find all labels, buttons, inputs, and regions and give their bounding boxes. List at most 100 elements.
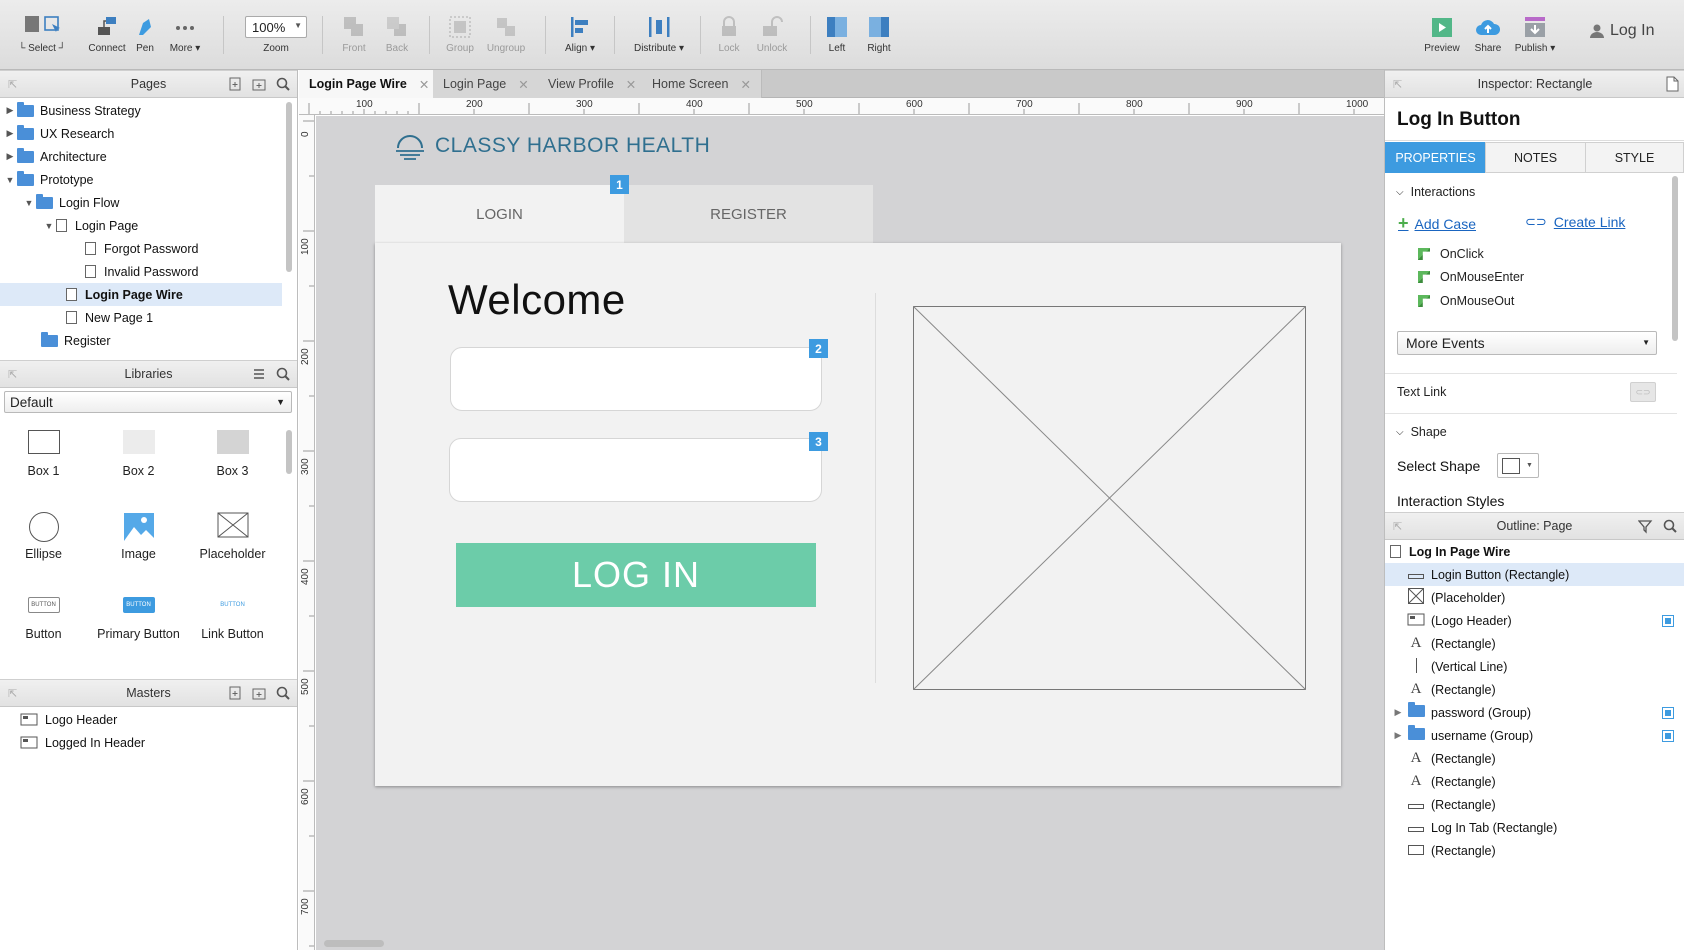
wire-register-tab[interactable]: REGISTER (624, 185, 873, 243)
annotation-badge[interactable]: 2 (809, 339, 828, 358)
text-link-button[interactable]: ⊂⊃ (1630, 382, 1656, 402)
outline-root[interactable]: Log In Page Wire (1385, 540, 1684, 563)
outline-item[interactable]: A (Rectangle) (1385, 632, 1684, 655)
add-case-link[interactable]: + Add Case (1398, 213, 1476, 234)
page-tree-item[interactable]: New Page 1 (0, 306, 282, 329)
event-onmouseenter[interactable]: OnMouseEnter (1418, 270, 1524, 284)
library-widget-box3[interactable]: Box 3 (185, 430, 280, 478)
pin-icon[interactable]: ⇱ (8, 78, 17, 91)
close-icon[interactable]: ✕ (626, 77, 636, 92)
account-login-button[interactable]: Log In (1590, 22, 1654, 40)
tab-style[interactable]: STYLE (1585, 142, 1684, 173)
annotation-marker-icon[interactable] (1662, 706, 1674, 719)
page-tree-item[interactable]: ▶ Architecture (0, 145, 282, 168)
expand-arrow-icon[interactable]: ▶ (1391, 730, 1405, 741)
outline-item[interactable]: ▶ username (Group) (1385, 724, 1684, 747)
outline-item[interactable]: Login Button (Rectangle) (1385, 563, 1684, 586)
unlock-button[interactable]: Unlock (744, 14, 800, 54)
outline-item[interactable]: (Logo Header) (1385, 609, 1684, 632)
publish-button[interactable]: Publish ▾ (1507, 14, 1563, 54)
zoom-select[interactable]: 100% ▼ (245, 16, 307, 38)
add-folder-icon[interactable] (251, 76, 267, 92)
collapse-arrow-icon[interactable]: ▼ (22, 198, 36, 208)
ungroup-button[interactable]: Ungroup (478, 14, 534, 54)
library-widget-box1[interactable]: Box 1 (0, 430, 91, 478)
annotation-badge[interactable]: 3 (809, 432, 828, 451)
annotation-badge[interactable]: 1 (610, 175, 629, 194)
collapse-arrow-icon[interactable]: ▼ (3, 175, 17, 185)
event-onmouseout[interactable]: OnMouseOut (1418, 294, 1514, 308)
search-icon[interactable] (275, 76, 291, 92)
master-item[interactable]: Logo Header (0, 708, 297, 731)
outline-item[interactable]: (Rectangle) (1385, 793, 1684, 816)
expand-arrow-icon[interactable]: ▶ (3, 128, 17, 139)
pin-icon[interactable]: ⇱ (1393, 520, 1402, 533)
pin-icon[interactable]: ⇱ (8, 687, 17, 700)
align-button[interactable]: Align ▾ (552, 14, 608, 54)
expand-arrow-icon[interactable]: ▶ (1391, 707, 1405, 718)
outline-item[interactable]: A (Rectangle) (1385, 770, 1684, 793)
search-icon[interactable] (275, 685, 291, 701)
page-tree-item[interactable]: ▼ Prototype (0, 168, 282, 191)
search-icon[interactable] (275, 366, 291, 382)
libraries-scrollbar[interactable] (286, 430, 292, 474)
tab-view-profile[interactable]: View Profile ✕ (538, 70, 648, 98)
wire-login-card[interactable]: Welcome LOG IN (375, 243, 1341, 786)
event-onclick[interactable]: OnClick (1418, 247, 1484, 261)
wire-login-button[interactable]: LOG IN (456, 543, 816, 607)
design-canvas[interactable]: CLASSY HARBOR HEALTH LOGIN REGISTER 1 We… (316, 116, 1384, 950)
more-tools-button[interactable]: More ▾ (157, 14, 213, 54)
select-tool-button[interactable]: └ Select ┘ (14, 14, 70, 54)
library-widget-primary-button[interactable]: BUTTON Primary Button (91, 597, 186, 641)
pages-scrollbar[interactable] (286, 102, 292, 272)
add-master-icon[interactable] (227, 685, 243, 701)
logo-header[interactable]: CLASSY HARBOR HEALTH (395, 132, 710, 160)
outline-item[interactable]: A (Rectangle) (1385, 678, 1684, 701)
tab-login-page[interactable]: Login Page ✕ (433, 70, 540, 98)
close-icon[interactable]: ✕ (419, 77, 429, 92)
filter-icon[interactable] (1638, 518, 1654, 534)
page-tree-item-selected[interactable]: Login Page Wire (0, 283, 282, 306)
interaction-styles-label[interactable]: Interaction Styles (1397, 493, 1504, 509)
page-tree-item[interactable]: Forgot Password (0, 237, 282, 260)
annotation-marker-icon[interactable] (1662, 614, 1674, 627)
image-placeholder[interactable] (913, 306, 1306, 690)
library-widget-ellipse[interactable]: Ellipse (0, 512, 91, 561)
notes-icon[interactable] (1665, 76, 1679, 92)
close-icon[interactable]: ✕ (740, 77, 750, 92)
expand-arrow-icon[interactable]: ▶ (3, 151, 17, 162)
distribute-button[interactable]: Distribute ▾ (626, 14, 692, 54)
library-select[interactable]: Default ▼ (4, 391, 292, 413)
expand-arrow-icon[interactable]: ▶ (3, 105, 17, 116)
menu-icon[interactable] (251, 366, 267, 382)
page-tree-item[interactable]: ▼ Login Page (0, 214, 282, 237)
username-field[interactable] (450, 347, 822, 411)
zoom-control[interactable]: 100% ▼ Zoom (244, 14, 308, 54)
add-page-icon[interactable] (227, 76, 243, 92)
tab-home-screen[interactable]: Home Screen ✕ (642, 70, 762, 98)
password-field[interactable] (449, 438, 822, 502)
create-link-link[interactable]: ⊂⊃ Create Link (1525, 214, 1625, 230)
page-tree-item[interactable]: ▼ Login Flow (0, 191, 282, 214)
canvas-horizontal-scrollbar[interactable] (324, 940, 384, 947)
pin-icon[interactable]: ⇱ (8, 368, 17, 381)
library-widget-button[interactable]: BUTTON Button (0, 597, 91, 641)
annotation-marker-icon[interactable] (1662, 729, 1674, 742)
outline-item[interactable]: ▶ password (Group) (1385, 701, 1684, 724)
tab-login-page-wire[interactable]: Login Page Wire ✕ (299, 70, 441, 98)
pin-icon[interactable]: ⇱ (1393, 78, 1402, 91)
library-widget-box2[interactable]: Box 2 (91, 430, 186, 478)
right-panel-toggle[interactable]: Right (851, 14, 907, 54)
more-events-select[interactable]: More Events ▼ (1397, 331, 1657, 355)
search-icon[interactable] (1662, 518, 1678, 534)
collapse-arrow-icon[interactable]: ▼ (42, 221, 56, 231)
inspector-scrollbar[interactable] (1672, 176, 1678, 341)
interactions-section-header[interactable]: ⌵ Interactions (1396, 185, 1475, 199)
send-back-button[interactable]: Back (369, 14, 425, 54)
add-folder-icon[interactable] (251, 685, 267, 701)
outline-item[interactable]: A (Rectangle) (1385, 747, 1684, 770)
master-item[interactable]: Logged In Header (0, 731, 297, 754)
page-tree-item[interactable]: Register (0, 329, 282, 352)
library-widget-image[interactable]: Image (91, 512, 186, 561)
widget-name-field[interactable]: Log In Button (1385, 99, 1684, 141)
